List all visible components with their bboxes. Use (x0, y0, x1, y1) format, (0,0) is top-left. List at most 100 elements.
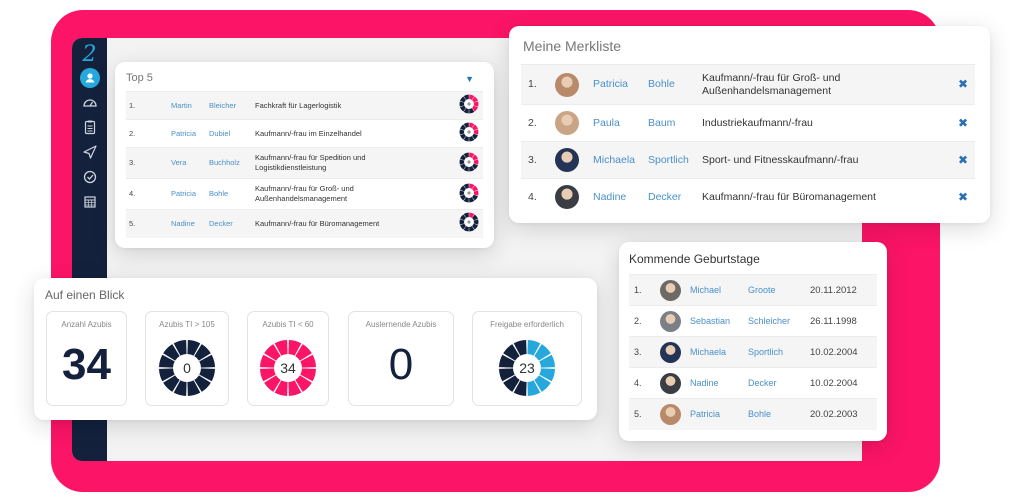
sidebar-item-tasks[interactable] (79, 116, 101, 138)
first-name-link[interactable]: Nadine (593, 178, 648, 216)
rank: 3. (126, 147, 171, 179)
first-name-link[interactable]: Patricia (593, 64, 648, 105)
last-name-link[interactable]: Decker (648, 178, 702, 216)
top5-table: 1. Martin Bleicher Fachkraft für Lagerlogis… (126, 91, 483, 238)
rank: 2. (521, 104, 555, 142)
list-item[interactable]: 2. Paula Baum Industriekaufmann/-frau ✖ (521, 104, 975, 142)
list-item[interactable]: 1. Patricia Bohle Kaufmann/-frau für Groß- … (521, 64, 975, 105)
list-item[interactable]: 3. Michaela Sportlich Sport- und Fitnesskau… (521, 141, 975, 179)
table-row[interactable]: 1. Martin Bleicher Fachkraft für Lagerlogis… (126, 91, 483, 120)
birthday-row[interactable]: 1. Michael Groote 20.11.2012 (629, 274, 877, 306)
merkliste-widget: Meine Merkliste 1. Patricia Bohle Kaufmann/… (509, 26, 990, 223)
last-name-link[interactable]: Decker (748, 367, 810, 399)
birthday-row[interactable]: 3. Michaela Sportlich 10.02.2004 (629, 336, 877, 368)
birthdays-title: Kommende Geburtstage (629, 252, 760, 266)
sidebar-item-messages[interactable] (79, 141, 101, 163)
ring-segment (459, 101, 465, 107)
occupation: Kaufmann/-frau für Spedition und Logistik… (253, 147, 455, 179)
kpi-ti-under-60[interactable]: Azubis TI < 60 34 (247, 311, 329, 406)
rank: 3. (521, 141, 555, 179)
kpi-freigabe-erforderlich[interactable]: Freigabe erforderlich 23 (472, 311, 582, 406)
birthday-row[interactable]: 5. Patricia Bohle 20.02.2003 (629, 398, 877, 430)
remove-button[interactable]: ✖ (951, 64, 975, 105)
rank: 5. (126, 209, 171, 238)
occupation: Sport- und Fitnesskaufmann/-frau (702, 141, 951, 179)
first-name-link[interactable]: Nadine (690, 367, 748, 399)
list-item[interactable]: 4. Nadine Decker Kaufmann/-frau für Büroman… (521, 178, 975, 216)
score-ring-cell (455, 119, 483, 148)
first-name-link[interactable]: Sebastian (690, 305, 748, 337)
kpi-ti-over-105[interactable]: Azubis TI > 105 0 (145, 311, 229, 406)
ring-dot (467, 190, 471, 195)
occupation: Kaufmann/-frau für Büromanagement (702, 178, 951, 216)
score-ring-icon (459, 183, 479, 202)
app-logo[interactable]: 2 (83, 44, 97, 68)
avatar[interactable] (660, 310, 681, 332)
first-name-link[interactable]: Vera (171, 147, 209, 179)
clipboard-list-icon (84, 120, 95, 135)
check-circle-icon (83, 170, 96, 184)
table-row[interactable]: 5. Nadine Decker Kaufmann/-frau für Büroman… (126, 209, 483, 238)
user-circle-icon (85, 73, 94, 83)
rank: 4. (629, 367, 660, 399)
remove-button[interactable]: ✖ (951, 104, 975, 142)
last-name-link[interactable]: Baum (648, 104, 702, 142)
first-name-link[interactable]: Michaela (690, 336, 748, 368)
first-name-link[interactable]: Patricia (171, 119, 209, 148)
avatar-cell (660, 367, 690, 399)
avatar[interactable] (660, 279, 681, 301)
first-name-link[interactable]: Patricia (690, 398, 748, 430)
first-name-link[interactable]: Patricia (171, 178, 209, 210)
rank: 2. (126, 119, 171, 148)
sidebar-item-dashboard[interactable] (79, 91, 101, 113)
first-name-link[interactable]: Michael (690, 274, 748, 306)
avatar-cell (660, 398, 690, 430)
ring-value: 34 (280, 360, 296, 376)
last-name-link[interactable]: Bohle (209, 178, 253, 210)
table-row[interactable]: 4. Patricia Bohle Kaufmann/-frau für Groß- … (126, 178, 483, 210)
birthday-row[interactable]: 2. Sebastian Schleicher 26.11.1998 (629, 305, 877, 337)
ring-dot (467, 130, 471, 134)
table-row[interactable]: 3. Vera Buchholz Kaufmann/-frau für Spediti… (126, 147, 483, 179)
last-name-link[interactable]: Sportlich (648, 141, 702, 179)
birth-date: 10.02.2004 (810, 336, 877, 368)
first-name-link[interactable]: Michaela (593, 141, 648, 179)
score-ring-icon (459, 94, 479, 114)
table-row[interactable]: 2. Patricia Dubiel Kaufmann/-frau im Einzel… (126, 119, 483, 148)
avatar[interactable] (555, 148, 579, 172)
caret-down-icon[interactable]: ▼ (465, 74, 474, 84)
remove-button[interactable]: ✖ (951, 141, 975, 179)
last-name-link[interactable]: Groote (748, 274, 810, 306)
occupation: Kaufmann/-frau im Einzelhandel (253, 119, 455, 148)
last-name-link[interactable]: Bohle (648, 64, 702, 105)
avatar[interactable] (555, 111, 579, 135)
first-name-link[interactable]: Paula (593, 104, 648, 142)
first-name-link[interactable]: Nadine (171, 209, 209, 238)
last-name-link[interactable]: Sportlich (748, 336, 810, 368)
birthdays-table: 1. Michael Groote 20.11.2012 2. Sebastian Schl… (629, 274, 877, 430)
kpi-auslernende-azubis[interactable]: Auslernende Azubis 0 (348, 311, 454, 406)
avatar[interactable] (660, 341, 681, 363)
sidebar-item-profile[interactable] (79, 68, 100, 88)
sidebar-item-calendar[interactable] (79, 191, 101, 213)
avatar[interactable] (555, 185, 579, 210)
last-name-link[interactable]: Bohle (748, 398, 810, 430)
first-name-link[interactable]: Martin (171, 91, 209, 120)
avatar[interactable] (660, 372, 681, 394)
last-name-link[interactable]: Schleicher (748, 305, 810, 337)
last-name-link[interactable]: Buchholz (209, 147, 253, 179)
score-ring-cell (455, 91, 483, 120)
sidebar-item-approvals[interactable] (79, 166, 101, 188)
remove-button[interactable]: ✖ (951, 178, 975, 216)
birth-date: 26.11.1998 (810, 305, 877, 337)
last-name-link[interactable]: Decker (209, 209, 253, 238)
birthday-row[interactable]: 4. Nadine Decker 10.02.2004 (629, 367, 877, 399)
kpi-anzahl-azubis[interactable]: Anzahl Azubis 34 (46, 311, 127, 406)
last-name-link[interactable]: Bleicher (209, 91, 253, 120)
avatar[interactable] (555, 72, 579, 97)
avatar-cell (660, 305, 690, 337)
avatar-cell (660, 336, 690, 368)
last-name-link[interactable]: Dubiel (209, 119, 253, 148)
avatar[interactable] (660, 403, 681, 425)
ring-segment (459, 129, 465, 135)
